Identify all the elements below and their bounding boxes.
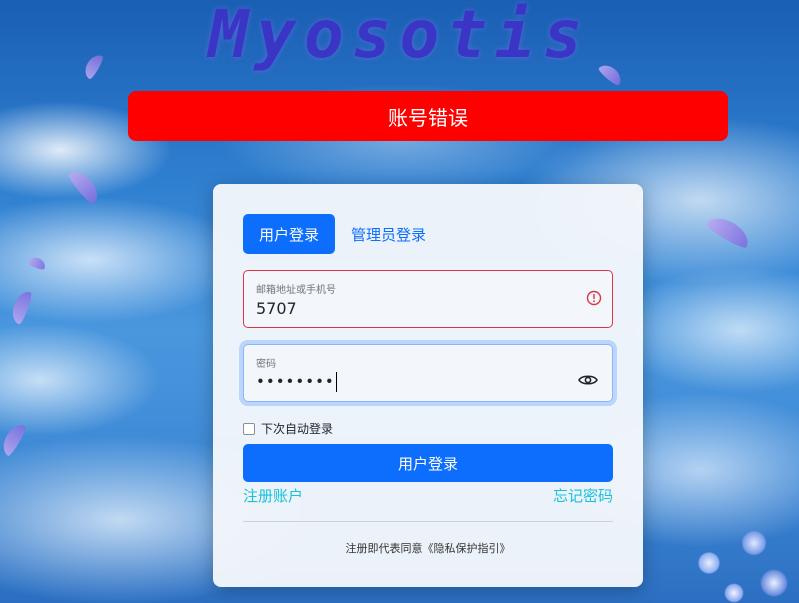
login-submit-button[interactable]: 用户登录 (243, 444, 613, 482)
text-caret (335, 372, 337, 392)
eye-icon[interactable] (578, 372, 598, 391)
tab-admin-login[interactable]: 管理员登录 (335, 214, 442, 254)
tab-user-login[interactable]: 用户登录 (243, 214, 336, 254)
register-link[interactable]: 注册账户 (243, 485, 303, 506)
petal-decoration (66, 166, 104, 206)
password-field-value: •••••••• (256, 372, 337, 392)
remember-checkbox[interactable] (243, 422, 255, 435)
error-circle-icon (586, 290, 602, 310)
privacy-agreement: 注册即代表同意《隐私保护指引》 (213, 540, 643, 556)
password-field-label: 密码 (256, 359, 276, 370)
remember-me[interactable]: 下次自动登录 (243, 420, 333, 437)
password-mask: •••••••• (256, 372, 335, 391)
agreement-text: 注册即代表同意 (345, 542, 423, 555)
account-field[interactable]: 邮箱地址或手机号 5707 (243, 270, 613, 328)
divider (243, 521, 613, 522)
forgot-password-link[interactable]: 忘记密码 (553, 485, 613, 506)
password-field[interactable]: 密码 •••••••• (243, 344, 613, 402)
login-tabs: 用户登录 管理员登录 (243, 214, 442, 254)
account-field-label: 邮箱地址或手机号 (256, 285, 336, 296)
error-alert: 账号错误 (128, 91, 728, 141)
petal-decoration (704, 211, 754, 251)
privacy-policy-link[interactable]: 《隐私保护指引》 (423, 542, 511, 555)
remember-label: 下次自动登录 (261, 422, 334, 436)
petal-decoration (0, 420, 28, 458)
petal-decoration (26, 255, 48, 271)
login-card: 用户登录 管理员登录 邮箱地址或手机号 5707 密码 •••••••• 下次自… (213, 184, 643, 587)
flower-decoration (679, 503, 799, 603)
brand-title: Myosotis (208, 0, 591, 73)
account-field-value: 5707 (256, 299, 297, 318)
petal-decoration (8, 288, 34, 326)
